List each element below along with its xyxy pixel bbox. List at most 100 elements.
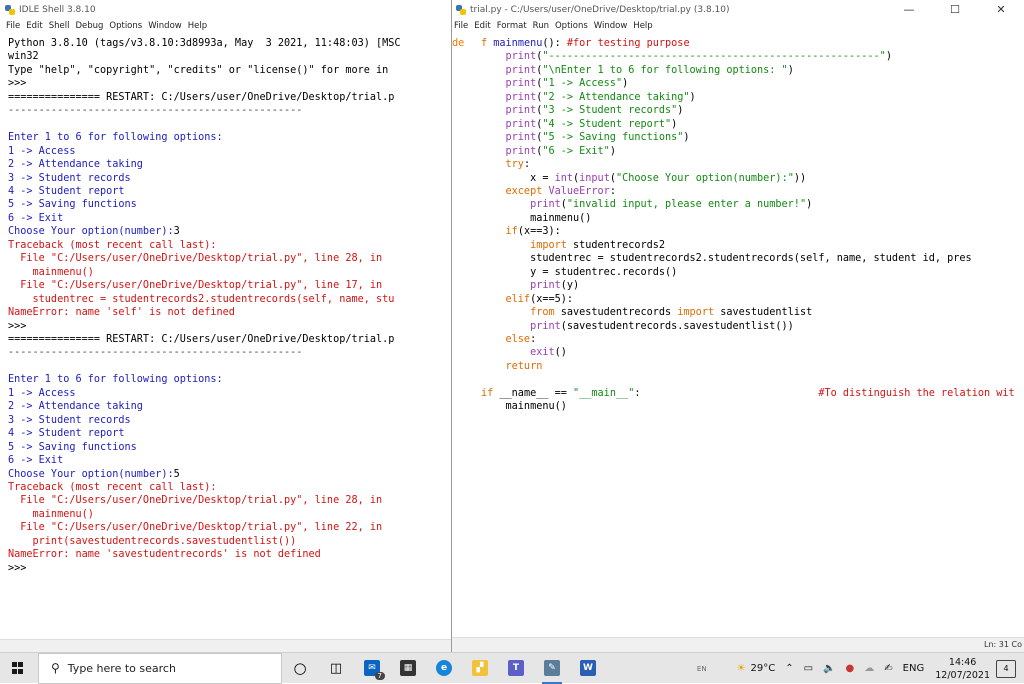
code-line: f mainmenu(): #for testing purpose (481, 37, 1024, 50)
code-token: else (481, 333, 531, 345)
shell-menu-options[interactable]: Options (109, 21, 142, 31)
shell-status-bar (0, 639, 451, 652)
editor-window[interactable]: trial.py - C:/Users/user/OneDrive/Deskto… (452, 0, 1024, 652)
code-token: studentrecords2 (573, 239, 666, 251)
shell-line: Traceback (most recent call last): (8, 481, 451, 494)
shell-menu-window[interactable]: Window (148, 21, 182, 31)
notification-count: 4 (1003, 664, 1009, 673)
editor-code-area[interactable]: f mainmenu(): #for testing purpose print… (481, 37, 1024, 414)
code-token: except (481, 185, 549, 197)
cursor-position: Ln: 31 Co (984, 640, 1022, 649)
code-token: "3 -> Student records" (542, 105, 678, 117)
chevron-up-icon[interactable]: ⌃ (785, 663, 793, 674)
code-token: ) (683, 132, 690, 144)
code-line: print("---------------------------------… (481, 50, 1024, 63)
code-token: #for testing purpose (566, 38, 690, 49)
code-token: ) (622, 78, 629, 90)
code-token: (): (542, 38, 567, 49)
code-token: 6 -> Exit (8, 455, 64, 467)
shell-line: 1 -> Access (8, 387, 451, 400)
word-icon[interactable]: W (570, 653, 606, 684)
shell-line: studentrec = studentrecords2.studentreco… (8, 293, 451, 306)
shell-menu-edit[interactable]: Edit (26, 21, 42, 31)
shell-line: Python 3.8.10 (tags/v3.8.10:3d8993a, May… (8, 37, 451, 50)
shell-line: File "C:/Users/user/OneDrive/Desktop/tri… (8, 252, 451, 265)
clock[interactable]: 14:46 12/07/2021 (935, 656, 990, 682)
code-token: "\nEnter 1 to 6 for following options: " (542, 64, 788, 76)
code-token: >>> (8, 562, 33, 574)
code-token: print (481, 91, 537, 103)
shell-line: File "C:/Users/user/OneDrive/Desktop/tri… (8, 521, 451, 534)
shell-line: 5 -> Saving functions (8, 198, 451, 211)
code-token: ) (787, 64, 794, 76)
code-token: Enter 1 to 6 for following options: (8, 132, 223, 144)
weather-temp[interactable]: 29°C (751, 663, 776, 674)
teams-icon[interactable]: T (498, 653, 534, 684)
code-line: print("6 -> Exit") (481, 145, 1024, 158)
code-line: y = studentrec.records() (481, 266, 1024, 279)
code-token: >>> (8, 320, 33, 332)
weather-icon[interactable]: ☀ (737, 663, 746, 674)
code-token: : (634, 387, 819, 399)
code-token: print (481, 320, 561, 332)
close-button[interactable]: ✕ (978, 0, 1024, 19)
shell-line: ----------------------------------------… (8, 104, 451, 117)
language-hint: EN (696, 664, 707, 673)
task-view-icon[interactable]: ◫ (318, 653, 354, 684)
editor-menu-file[interactable]: File (454, 21, 468, 31)
idle-shell-window[interactable]: IDLE Shell 3.8.10 File Edit Shell Debug … (0, 0, 452, 652)
shell-line: mainmenu() (8, 508, 451, 521)
minimize-button[interactable]: — (886, 0, 932, 19)
editor-menu-options[interactable]: Options (555, 21, 588, 31)
code-token: if (481, 387, 500, 399)
code-token: print (481, 199, 561, 211)
editor-menu-window[interactable]: Window (594, 21, 628, 31)
code-token: print(savestudentrecords.savestudentlist… (8, 535, 297, 547)
cloud-icon[interactable]: ☁ (864, 663, 874, 674)
idle-taskbar-icon[interactable]: ✎ (534, 653, 570, 684)
window-controls: — ☐ ✕ (886, 0, 1024, 19)
code-token: () (554, 347, 567, 359)
taskbar-search-box[interactable]: ⚲ Type here to search (38, 652, 282, 684)
maximize-button[interactable]: ☐ (932, 0, 978, 19)
editor-menu-edit[interactable]: Edit (474, 21, 490, 31)
code-line: elif(x==5): (481, 293, 1024, 306)
language-indicator[interactable]: ENG (903, 663, 925, 674)
code-token: : (530, 333, 537, 345)
clock-time: 14:46 (948, 656, 977, 668)
code-line: print(savestudentrecords.savestudentlist… (481, 320, 1024, 333)
antivirus-icon[interactable]: ● (846, 663, 855, 674)
shell-menu-help[interactable]: Help (188, 21, 207, 31)
editor-menu-run[interactable]: Run (533, 21, 549, 31)
editor-menu-help[interactable]: Help (633, 21, 652, 31)
shell-menu-debug[interactable]: Debug (75, 21, 103, 31)
code-line: except ValueError: (481, 185, 1024, 198)
edge-icon[interactable]: e (426, 653, 462, 684)
system-tray: EN ☀ 29°C ⌃ ▭ 🔈 ● ☁ ✍ ENG 14:46 12/07/20… (692, 653, 1024, 684)
shell-output[interactable]: Python 3.8.10 (tags/v3.8.10:3d8993a, May… (8, 37, 451, 575)
code-token: mainmenu (493, 38, 543, 49)
shell-titlebar[interactable]: IDLE Shell 3.8.10 (0, 0, 451, 19)
shell-menubar: File Edit Shell Debug Options Window Hel… (0, 19, 451, 33)
editor-menu-format[interactable]: Format (497, 21, 527, 31)
shell-line: 1 -> Access (8, 145, 451, 158)
code-line: print("invalid input, please enter a num… (481, 198, 1024, 211)
code-token: )) (793, 172, 807, 184)
code-token: 1 -> Access (8, 387, 76, 399)
code-token: if (481, 226, 518, 238)
start-button[interactable] (0, 653, 36, 684)
battery-icon[interactable]: ▭ (804, 663, 813, 674)
notifications-icon[interactable]: 4 (996, 659, 1016, 678)
mail-icon[interactable]: ✉ 7 (354, 653, 390, 684)
code-token: (x==5): (530, 293, 574, 305)
shell-line: >>> (8, 320, 451, 333)
volume-icon[interactable]: 🔈 (823, 663, 835, 674)
pen-icon[interactable]: ✍ (884, 663, 892, 674)
file-explorer-icon[interactable]: ▞ (462, 653, 498, 684)
shell-menu-file[interactable]: File (6, 21, 20, 31)
code-token: studentrec = studentrecords2.studentreco… (481, 253, 972, 265)
shell-menu-shell[interactable]: Shell (49, 21, 70, 31)
store-icon[interactable]: ▦ (390, 653, 426, 684)
cortana-icon[interactable]: ○ (282, 653, 318, 684)
code-token: File "C:/Users/user/OneDrive/Desktop/tri… (8, 495, 383, 507)
